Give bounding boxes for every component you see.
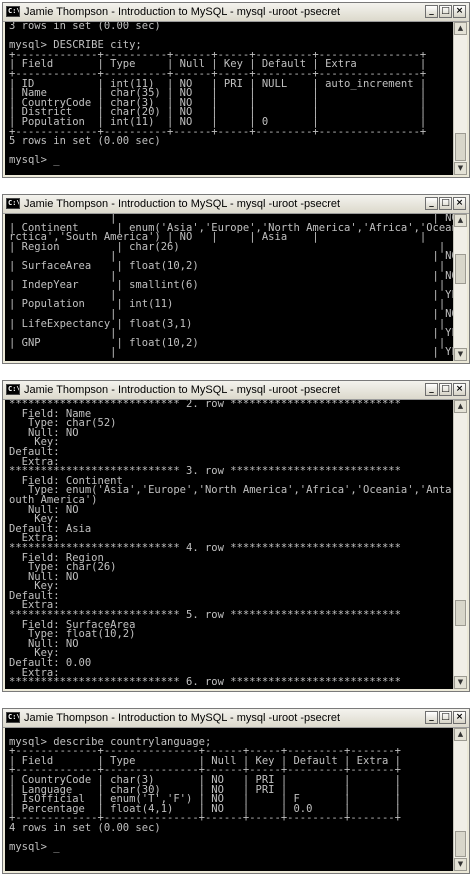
close-button[interactable]: × xyxy=(453,711,466,724)
close-button[interactable]: × xyxy=(453,197,466,210)
console-app-icon[interactable]: C:\ xyxy=(6,6,20,17)
vertical-scrollbar[interactable]: ▲ ▼ xyxy=(453,22,467,175)
console-text: *************************** 2. row *****… xyxy=(9,400,452,689)
maximize-button[interactable]: □ xyxy=(439,711,452,724)
window-title: Jamie Thompson - Introduction to MySQL -… xyxy=(24,6,341,18)
scroll-up-arrow-icon[interactable]: ▲ xyxy=(454,400,467,413)
scroll-down-arrow-icon[interactable]: ▼ xyxy=(454,858,467,871)
scroll-down-arrow-icon[interactable]: ▼ xyxy=(454,162,467,175)
console-app-icon[interactable]: C:\ xyxy=(6,712,20,723)
title-bar[interactable]: C:\ Jamie Thompson - Introduction to MyS… xyxy=(3,709,469,728)
console-window-3: C:\ Jamie Thompson - Introduction to MyS… xyxy=(2,380,470,692)
console-window-1: C:\ Jamie Thompson - Introduction to MyS… xyxy=(2,2,470,178)
console-text: | | NO | | | | Continent | enum('Asia','… xyxy=(9,214,453,359)
console-window-2: C:\ Jamie Thompson - Introduction to MyS… xyxy=(2,194,470,364)
close-button[interactable]: × xyxy=(453,5,466,18)
scroll-thumb[interactable] xyxy=(455,133,466,161)
vertical-scrollbar[interactable]: ▲ ▼ xyxy=(453,400,467,689)
maximize-button[interactable]: □ xyxy=(439,383,452,396)
maximize-button[interactable]: □ xyxy=(439,197,452,210)
minimize-button[interactable]: _ xyxy=(425,711,438,724)
title-bar[interactable]: C:\ Jamie Thompson - Introduction to MyS… xyxy=(3,381,469,400)
console-app-icon[interactable]: C:\ xyxy=(6,384,20,395)
console-app-icon[interactable]: C:\ xyxy=(6,198,20,209)
console-output[interactable]: | | NO | | | | Continent | enum('Asia','… xyxy=(5,214,453,361)
scroll-thumb[interactable] xyxy=(455,600,466,626)
scroll-up-arrow-icon[interactable]: ▲ xyxy=(454,728,467,741)
scroll-thumb[interactable] xyxy=(455,831,466,857)
window-title: Jamie Thompson - Introduction to MySQL -… xyxy=(24,384,341,396)
title-bar[interactable]: C:\ Jamie Thompson - Introduction to MyS… xyxy=(3,195,469,214)
minimize-button[interactable]: _ xyxy=(425,5,438,18)
maximize-button[interactable]: □ xyxy=(439,5,452,18)
scroll-down-arrow-icon[interactable]: ▼ xyxy=(454,348,467,361)
console-output[interactable]: *************************** 2. row *****… xyxy=(5,400,453,689)
vertical-scrollbar[interactable]: ▲ ▼ xyxy=(453,728,467,871)
console-text: mysql> describe countrylanguage; +------… xyxy=(9,735,401,854)
console-output[interactable]: 3 rows in set (0.00 sec) mysql> DESCRIBE… xyxy=(5,22,453,175)
minimize-button[interactable]: _ xyxy=(425,197,438,210)
scroll-up-arrow-icon[interactable]: ▲ xyxy=(454,214,467,227)
window-title: Jamie Thompson - Introduction to MySQL -… xyxy=(24,712,341,724)
close-button[interactable]: × xyxy=(453,383,466,396)
console-output[interactable]: mysql> describe countrylanguage; +------… xyxy=(5,728,453,871)
console-window-4: C:\ Jamie Thompson - Introduction to MyS… xyxy=(2,708,470,874)
scroll-down-arrow-icon[interactable]: ▼ xyxy=(454,676,467,689)
vertical-scrollbar[interactable]: ▲ ▼ xyxy=(453,214,467,361)
scroll-thumb[interactable] xyxy=(455,254,466,284)
minimize-button[interactable]: _ xyxy=(425,383,438,396)
title-bar[interactable]: C:\ Jamie Thompson - Introduction to MyS… xyxy=(3,3,469,22)
console-text: 3 rows in set (0.00 sec) mysql> DESCRIBE… xyxy=(9,22,427,167)
window-title: Jamie Thompson - Introduction to MySQL -… xyxy=(24,198,341,210)
scroll-up-arrow-icon[interactable]: ▲ xyxy=(454,22,467,35)
